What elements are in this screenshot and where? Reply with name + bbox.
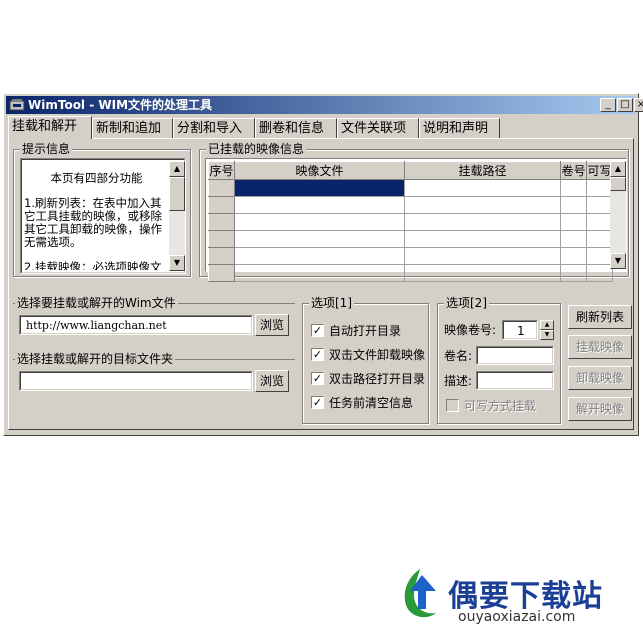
watermark-url: ouyaoxiazai.com: [458, 609, 576, 625]
scroll-down-arrow-icon[interactable]: ▼: [169, 255, 185, 271]
option-dblclick-open-path-label: 双击路径打开目录: [329, 372, 426, 386]
table-row[interactable]: [208, 213, 613, 231]
column-header-image-file[interactable]: 映像文件: [234, 161, 405, 180]
mounted-grid[interactable]: 序号 映像文件 挂载路径 卷号 可写: [208, 161, 613, 282]
writable-mount-label: 可写方式挂载: [464, 399, 537, 413]
table-row[interactable]: [208, 196, 613, 214]
table-row[interactable]: [208, 247, 613, 265]
scroll-up-arrow-icon[interactable]: ▲: [610, 161, 626, 177]
option-clear-before-task-label: 任务前清空信息: [329, 396, 414, 410]
minimize-button[interactable]: _: [600, 98, 616, 112]
scroll-thumb[interactable]: [169, 177, 185, 211]
option-dblclick-unmount-label: 双击文件卸载映像: [329, 348, 426, 362]
target-dir-label: 选择挂载或解开的目标文件夹: [15, 352, 176, 366]
option-auto-open-dir-label: 自动打开目录: [329, 324, 402, 338]
options2-title: 选项[2]: [444, 296, 489, 310]
unmount-image-button[interactable]: 卸载映像: [568, 366, 632, 390]
scroll-down-arrow-icon[interactable]: ▼: [610, 253, 626, 269]
app-icon: [9, 99, 25, 111]
description-label: 描述:: [444, 374, 473, 388]
hint-paragraph-1: 1.刷新列表：在表中加入其它工具挂载的映像，或移除其它工具卸载的映像，操作无需选…: [24, 196, 162, 249]
tab-help-statement[interactable]: 说明和声明: [419, 118, 500, 138]
mounted-group-title: 已挂载的映像信息: [206, 142, 307, 156]
column-header-writable[interactable]: 可写: [586, 161, 613, 180]
hint-textbox[interactable]: 本页有四部分功能 1.刷新列表：在表中加入其它工具挂载的映像，或移除其它工具卸载…: [20, 158, 186, 274]
watermark-logo-icon: [404, 569, 436, 618]
browse-wim-button[interactable]: 浏览: [255, 314, 289, 336]
maximize-button[interactable]: □: [617, 98, 633, 112]
volume-number-input[interactable]: 1: [502, 320, 538, 340]
column-header-volume[interactable]: 卷号: [560, 161, 587, 180]
mounted-images-table[interactable]: 序号 映像文件 挂载路径 卷号 可写 ▲ ▼: [205, 158, 627, 282]
hint-heading: 本页有四部分功能: [50, 171, 143, 185]
wimtool-window: WimTool - WIM文件的处理工具 _ □ × 挂载和解开 新制和追加 分…: [3, 93, 643, 436]
target-dir-input[interactable]: [19, 371, 253, 391]
tab-mount-extract[interactable]: 挂载和解开: [8, 116, 92, 139]
table-row[interactable]: [208, 264, 613, 282]
window-title: WimTool - WIM文件的处理工具: [28, 98, 213, 112]
tab-split-import[interactable]: 分割和导入: [173, 118, 255, 138]
spin-up-arrow-icon[interactable]: ▲: [540, 320, 554, 330]
options2-group: 选项[2] 映像卷号: 1 ▲ ▼ 卷名: 描述: 可写方式挂载: [437, 296, 561, 424]
tab-delete-info[interactable]: 删卷和信息: [255, 118, 337, 138]
scroll-up-arrow-icon[interactable]: ▲: [169, 161, 185, 177]
tab-panel: 提示信息 本页有四部分功能 1.刷新列表：在表中加入其它工具挂载的映像，或移除其…: [8, 138, 634, 430]
hint-scrollbar[interactable]: ▲ ▼: [169, 161, 185, 271]
volume-name-input[interactable]: [476, 346, 554, 365]
volume-number-label: 映像卷号:: [444, 323, 497, 337]
browse-dir-button[interactable]: 浏览: [255, 370, 289, 392]
volume-name-label: 卷名:: [444, 349, 473, 363]
extract-image-button[interactable]: 解开映像: [568, 397, 632, 421]
tab-file-association[interactable]: 文件关联项: [337, 118, 419, 138]
table-scrollbar[interactable]: ▲ ▼: [610, 161, 626, 269]
mounted-images-group: 已挂载的映像信息 序号 映像文件 挂载路径 卷号 可写 ▲ ▼: [199, 142, 629, 282]
checkbox-auto-open-dir[interactable]: ✓: [311, 324, 324, 337]
tab-new-append[interactable]: 新制和追加: [92, 118, 173, 138]
hint-text: 本页有四部分功能 1.刷新列表：在表中加入其它工具挂载的映像，或移除其它工具卸载…: [24, 162, 169, 271]
description-input[interactable]: [476, 371, 554, 390]
column-header-mount-path[interactable]: 挂载路径: [404, 161, 561, 180]
checkbox-dblclick-open-path[interactable]: ✓: [311, 372, 324, 385]
mount-image-button[interactable]: 挂载映像: [568, 335, 632, 359]
close-button[interactable]: ×: [634, 98, 643, 112]
title-bar[interactable]: WimTool - WIM文件的处理工具 _ □ ×: [6, 96, 643, 114]
grid-header-row: 序号 映像文件 挂载路径 卷号 可写: [208, 161, 613, 180]
options1-group: 选项[1] ✓ 自动打开目录 ✓ 双击文件卸载映像 ✓ 双击路径打开目录 ✓ 任…: [302, 296, 429, 424]
scroll-thumb[interactable]: [610, 177, 626, 191]
wim-file-label: 选择要挂载或解开的Wim文件: [15, 296, 178, 310]
hint-group-title: 提示信息: [20, 142, 73, 156]
hint-paragraph-2: 2.挂载映像：必选项映像文件名、目标目录、映像号，: [24, 260, 162, 271]
refresh-list-button[interactable]: 刷新列表: [568, 305, 632, 329]
wim-file-value: http://www.liangchan.net: [26, 319, 167, 332]
checkbox-clear-before-task[interactable]: ✓: [311, 396, 324, 409]
table-row[interactable]: [208, 230, 613, 248]
wim-file-input[interactable]: http://www.liangchan.net: [19, 315, 253, 335]
hint-group: 提示信息 本页有四部分功能 1.刷新列表：在表中加入其它工具挂载的映像，或移除其…: [13, 142, 191, 277]
column-header-index[interactable]: 序号: [208, 161, 235, 180]
spin-down-arrow-icon[interactable]: ▼: [540, 330, 554, 340]
selected-cell[interactable]: [234, 179, 405, 197]
table-row[interactable]: [208, 179, 613, 197]
checkbox-writable-mount[interactable]: [446, 399, 459, 412]
checkbox-dblclick-unmount[interactable]: ✓: [311, 348, 324, 361]
options1-title: 选项[1]: [309, 296, 354, 310]
volume-number-value: 1: [517, 324, 525, 338]
